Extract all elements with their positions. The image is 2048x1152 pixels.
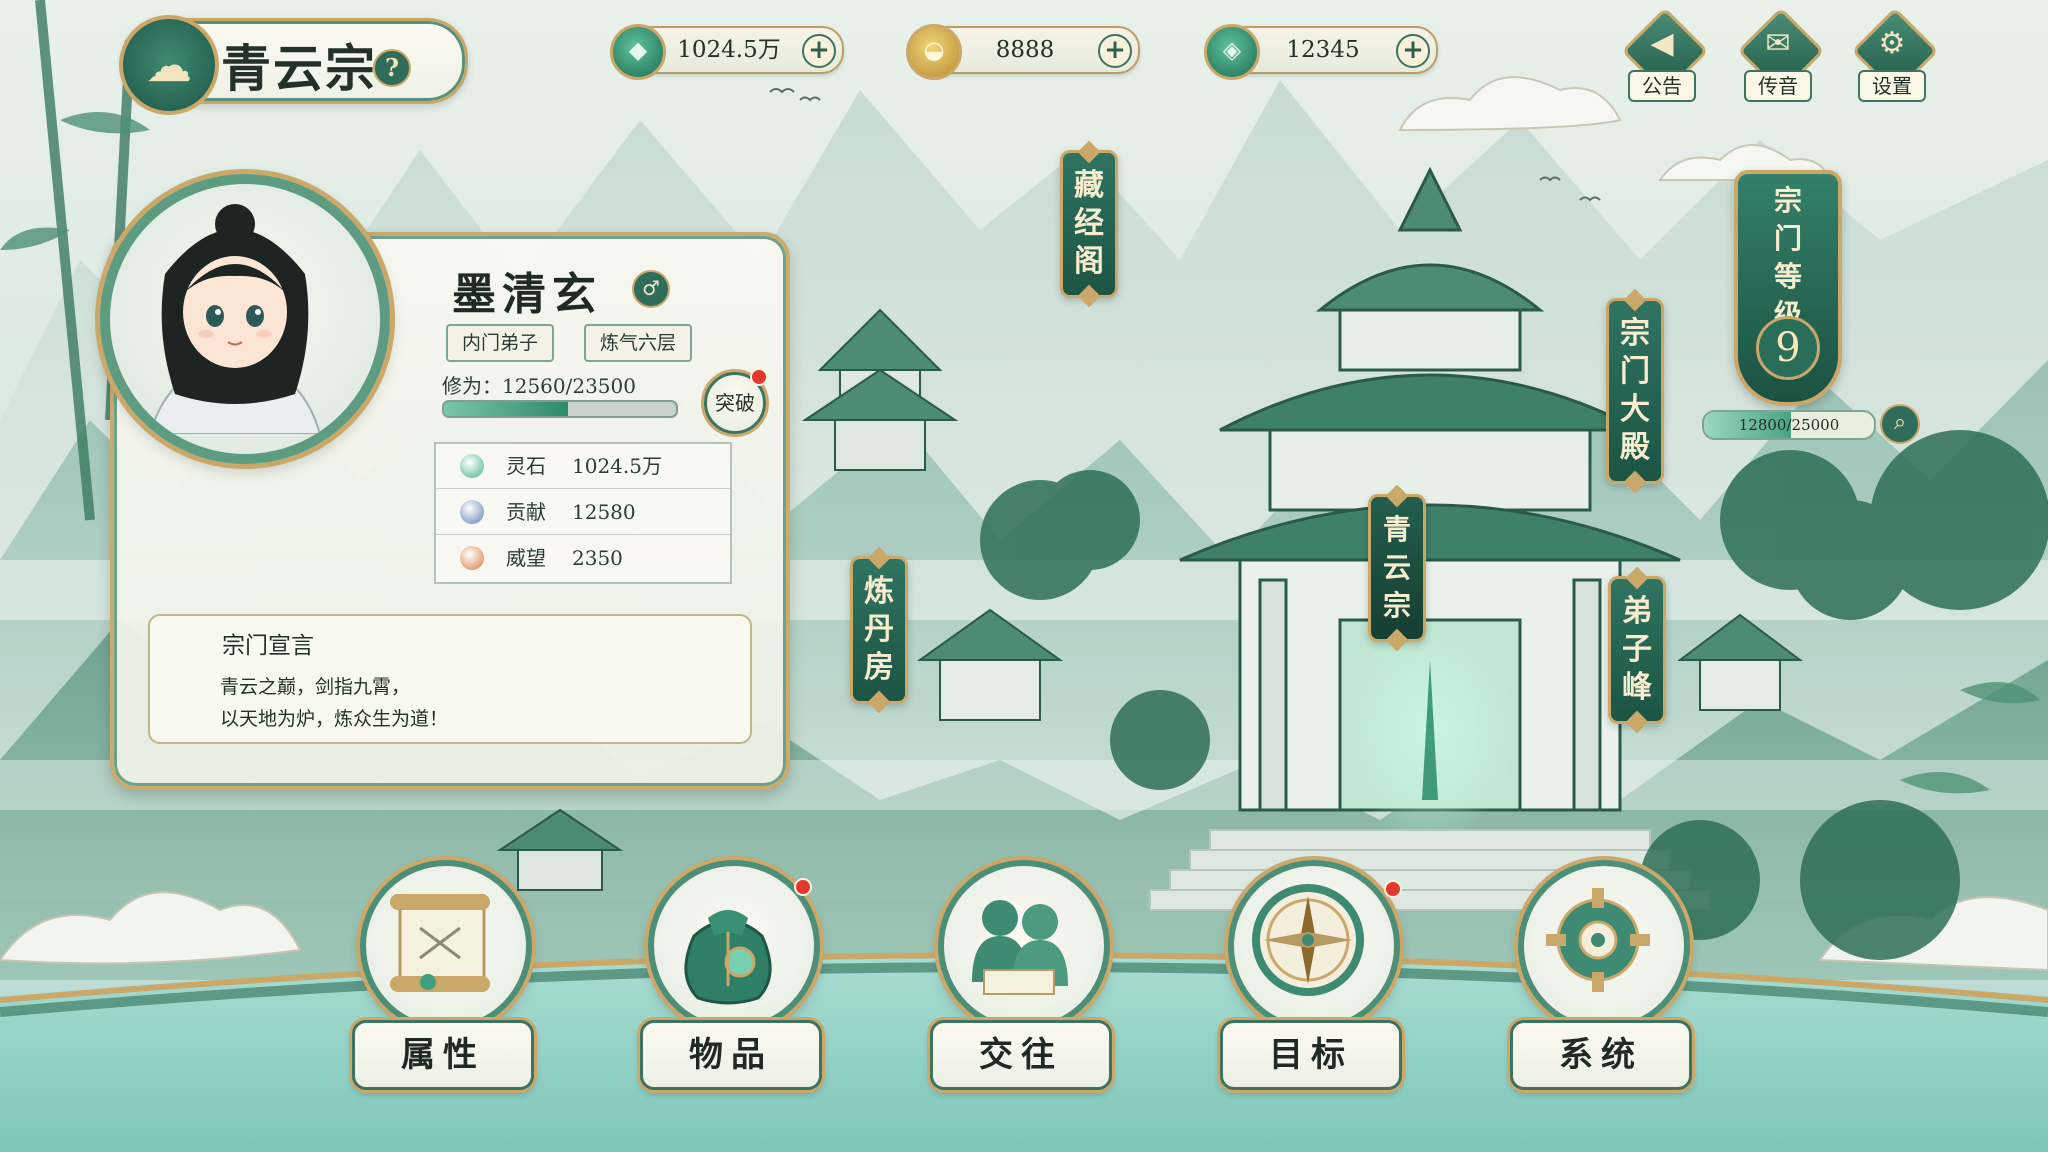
stat-label: 贡献 bbox=[506, 500, 546, 524]
stat-row-prestige: 威望 2350 bbox=[436, 536, 730, 580]
avatar[interactable] bbox=[100, 174, 390, 464]
stat-row-spirit-stone: 灵石 1024.5万 bbox=[436, 444, 730, 489]
settings-label: 设置 bbox=[1858, 70, 1926, 102]
building-library-label: 藏经阁 bbox=[1074, 168, 1104, 279]
search-icon[interactable]: ⌕ bbox=[1880, 404, 1920, 444]
building-disciple-peak-label: 弟子峰 bbox=[1622, 594, 1652, 705]
nav-system-label: 系统 bbox=[1510, 1020, 1692, 1090]
building-main-hall[interactable]: 宗门大殿 bbox=[1606, 298, 1664, 484]
sect-motto-box: 宗门宣言 青云之巅，剑指九霄， 以天地为炉，炼众生为道！ bbox=[148, 614, 752, 744]
stat-label: 灵石 bbox=[506, 454, 546, 478]
sect-level-banner[interactable]: 宗门等级 9 bbox=[1734, 170, 1842, 406]
motto-title: 宗门宣言 bbox=[222, 633, 314, 659]
compass-icon bbox=[1228, 860, 1400, 1032]
message-button[interactable]: ✉ 传音 bbox=[1737, 7, 1825, 102]
megaphone-icon: ◀ bbox=[1650, 26, 1674, 61]
cog-icon bbox=[1518, 860, 1690, 1032]
motto-line-2: 以天地为炉，炼众生为道！ bbox=[220, 708, 449, 730]
contribution-icon bbox=[460, 500, 484, 524]
gate-plaque: 青云宗 bbox=[1368, 494, 1426, 642]
building-alchemy[interactable]: 炼丹房 bbox=[850, 556, 908, 704]
crane-icon: ✉ bbox=[1765, 26, 1791, 61]
building-library[interactable]: 藏经阁 bbox=[1060, 150, 1118, 298]
nav-goals-label: 目标 bbox=[1220, 1020, 1402, 1090]
currency-gold: ◒ 8888 + bbox=[906, 24, 1140, 80]
stat-value: 2350 bbox=[572, 546, 623, 570]
sect-level-title: 宗门等级 bbox=[1773, 184, 1802, 331]
nav-goals-alert-dot bbox=[1384, 880, 1402, 898]
currency-value: 12345 bbox=[1286, 37, 1360, 63]
sect-exp-bar: 12800/25000 bbox=[1702, 410, 1876, 440]
cultivation-progress-fill bbox=[444, 402, 568, 416]
realm-tag: 炼气六层 bbox=[584, 324, 693, 362]
stat-label: 威望 bbox=[506, 546, 546, 570]
prestige-icon bbox=[460, 546, 484, 570]
nav-social[interactable]: 交往 bbox=[918, 860, 1118, 1110]
spirit-stone-icon: ◆ bbox=[610, 24, 666, 80]
jade-coin-icon: ◈ bbox=[1204, 24, 1260, 80]
help-button[interactable]: ? bbox=[373, 49, 411, 87]
sect-level-number: 9 bbox=[1756, 316, 1820, 380]
spirit-stone-icon bbox=[460, 454, 484, 478]
cultivation-progress-bar bbox=[442, 400, 678, 418]
motto-line-1: 青云之巅，剑指九霄， bbox=[220, 676, 411, 698]
gold-ingot-icon: ◒ bbox=[906, 24, 962, 80]
companions-icon bbox=[938, 860, 1110, 1032]
sect-badge: ☁ 青云宗 ? bbox=[119, 15, 468, 115]
nav-items-alert-dot bbox=[794, 878, 812, 896]
nav-system[interactable]: 系统 bbox=[1498, 860, 1698, 1110]
building-main-hall-label: 宗门大殿 bbox=[1620, 316, 1650, 465]
sect-title: 青云宗 bbox=[221, 39, 377, 98]
nav-items[interactable]: 物品 bbox=[628, 860, 828, 1110]
add-gold-button[interactable]: + bbox=[1098, 34, 1132, 68]
stats-table: 灵石 1024.5万 贡献 12580 威望 2350 bbox=[434, 442, 732, 584]
cloud-emblem-icon: ☁ bbox=[119, 15, 219, 115]
announcement-button[interactable]: ◀ 公告 bbox=[1621, 7, 1709, 102]
currency-value: 1024.5万 bbox=[677, 37, 781, 63]
nav-items-label: 物品 bbox=[640, 1020, 822, 1090]
building-alchemy-label: 炼丹房 bbox=[864, 574, 894, 685]
character-portrait-icon bbox=[148, 204, 322, 435]
nav-social-label: 交往 bbox=[930, 1020, 1112, 1090]
add-jade-coin-button[interactable]: + bbox=[1396, 34, 1430, 68]
message-label: 传音 bbox=[1744, 70, 1812, 102]
breakthrough-alert-dot bbox=[750, 368, 768, 386]
currency-value: 8888 bbox=[995, 37, 1055, 63]
gender-icon: ♂ bbox=[632, 270, 670, 308]
scroll-icon bbox=[360, 860, 532, 1032]
gate-plaque-label: 青云宗 bbox=[1382, 513, 1411, 622]
currency-jade-coin: ◈ 12345 + bbox=[1204, 24, 1438, 80]
character-name: 墨清玄 bbox=[452, 269, 602, 320]
stat-row-contribution: 贡献 12580 bbox=[436, 490, 730, 535]
settings-button[interactable]: ⚙ 设置 bbox=[1851, 7, 1939, 102]
cultivation-label: 修为：12560/23500 bbox=[442, 374, 636, 398]
announcement-label: 公告 bbox=[1628, 70, 1696, 102]
nav-attributes[interactable]: 属性 bbox=[340, 860, 540, 1110]
stat-value: 12580 bbox=[572, 500, 636, 524]
sect-exp-text: 12800/25000 bbox=[1738, 416, 1840, 434]
currency-spirit-stone: ◆ 1024.5万 + bbox=[610, 24, 844, 80]
nav-goals[interactable]: 目标 bbox=[1208, 860, 1408, 1110]
building-disciple-peak[interactable]: 弟子峰 bbox=[1608, 576, 1666, 724]
add-spirit-stone-button[interactable]: + bbox=[802, 34, 836, 68]
stat-value: 1024.5万 bbox=[572, 454, 662, 478]
gear-icon: ⚙ bbox=[1878, 26, 1906, 61]
nav-attributes-label: 属性 bbox=[352, 1020, 534, 1090]
rank-tag: 内门弟子 bbox=[446, 324, 555, 362]
